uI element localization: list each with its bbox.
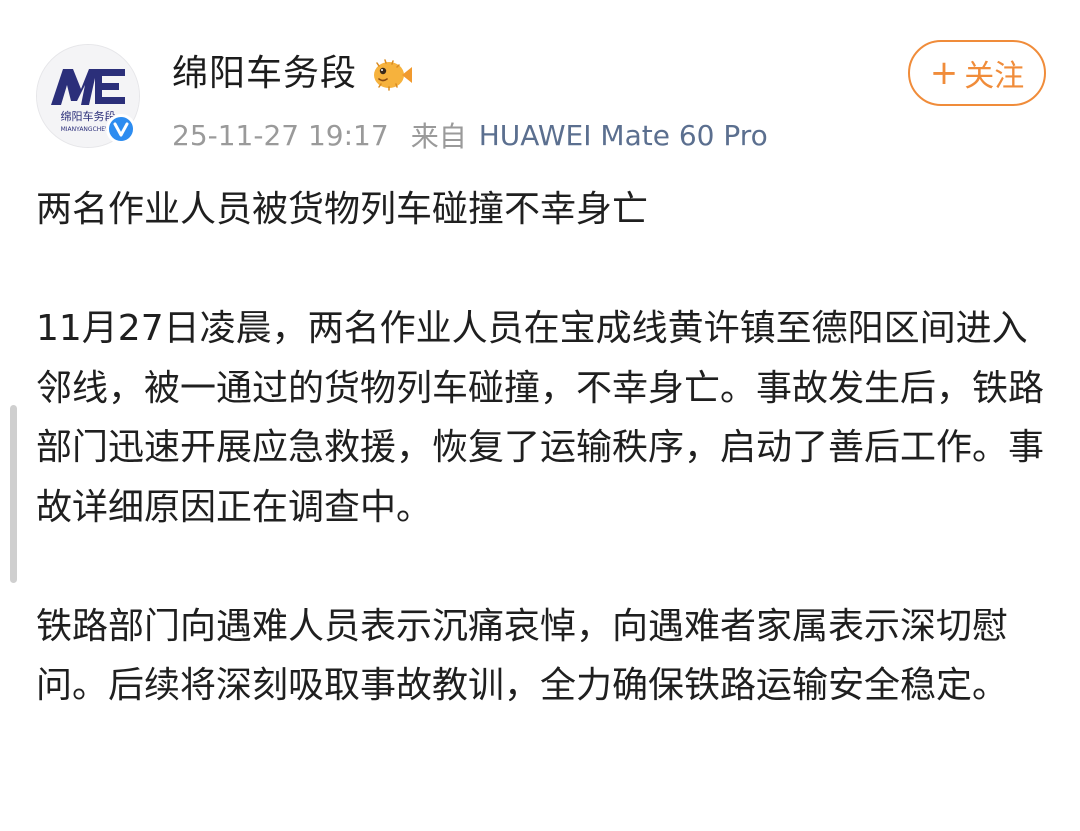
post-header: 绵阳车务段 MIANYANGCHEWU 绵阳车务段 25-11-27 19:17… xyxy=(0,0,1080,160)
post-title: 两名作业人员被货物列车碰撞不幸身亡 xyxy=(36,189,649,230)
username-row: 绵阳车务段 xyxy=(172,52,413,96)
source-label: 来自 xyxy=(410,120,467,153)
plus-icon: + xyxy=(929,53,959,93)
post-content: 两名作业人员被货物列车碰撞不幸身亡 11月27日凌晨，两名作业人员在宝成线黄许镇… xyxy=(36,180,1048,716)
post-meta: 25-11-27 19:17 来自 HUAWEI Mate 60 Pro xyxy=(172,115,768,155)
pufferfish-icon[interactable] xyxy=(369,55,413,93)
post-paragraph-1: 11月27日凌晨，两名作业人员在宝成线黄许镇至德阳区间进入邻线，被一通过的货物列… xyxy=(36,308,1045,528)
account-name[interactable]: 绵阳车务段 xyxy=(172,52,357,96)
post-timestamp: 25-11-27 19:17 xyxy=(172,118,389,152)
follow-button[interactable]: + 关注 xyxy=(908,40,1046,106)
follow-button-label: 关注 xyxy=(964,59,1025,94)
verified-badge-icon xyxy=(106,114,136,144)
post-paragraph-2: 铁路部门向遇难人员表示沉痛哀悼，向遇难者家属表示深切慰问。后续将深刻吸取事故教训… xyxy=(36,605,1009,707)
source-device[interactable]: HUAWEI Mate 60 Pro xyxy=(479,119,768,152)
scrollbar[interactable] xyxy=(10,405,17,583)
